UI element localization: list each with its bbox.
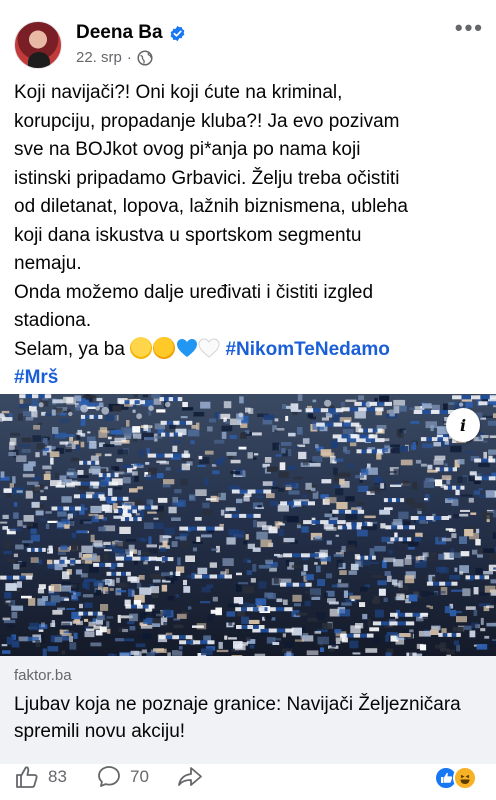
avatar[interactable]	[14, 21, 62, 69]
reactions-summary[interactable]	[434, 766, 480, 792]
globe-icon	[137, 49, 153, 66]
link-domain: faktor.ba	[14, 667, 72, 684]
closing-text: Selam, ya ba	[14, 338, 125, 360]
post-text-line: Koji navijači?! Oni koji ćute na krimina…	[14, 82, 343, 103]
share-icon	[178, 767, 202, 786]
post-body: Koji navijači?! Oni koji ćute na krimina…	[14, 79, 484, 393]
share-button[interactable]	[176, 764, 204, 790]
post-text-line: od diletanat, lopova, lažnih biznismena,…	[14, 196, 408, 217]
link-title[interactable]: Ljubav koja ne poznaje granice: Navijači…	[14, 691, 484, 745]
info-button[interactable]: i	[446, 408, 480, 442]
crowd-photo	[0, 394, 496, 656]
post-text-line: nemaju.	[14, 253, 82, 274]
post-text-line: koji dana iskustva u sportskom segmentu	[14, 224, 362, 246]
post-date[interactable]: 22. srp	[76, 49, 122, 66]
post-closing-line: Selam, ya ba #NikomTeNedamo	[14, 333, 390, 362]
post-text-line: istinski pripadamo Grbavici. Želju treba…	[14, 167, 400, 189]
post-text-line: stadiona.	[14, 310, 92, 331]
like-button[interactable]: 83	[14, 764, 67, 790]
comment-icon	[98, 766, 120, 787]
white-heart-emoji	[198, 337, 220, 358]
post-header: Deena Ba 22. srp · •••	[0, 0, 496, 76]
haha-reaction-icon	[453, 766, 477, 790]
meta-separator: ·	[126, 49, 132, 66]
grinning-sweat-emoji	[130, 336, 153, 359]
verified-badge-icon	[170, 25, 184, 41]
comment-button[interactable]: 70	[96, 764, 149, 790]
hashtag-link[interactable]: #Mrš	[14, 367, 58, 388]
hashtag-link[interactable]: #NikomTeNedamo	[225, 339, 389, 360]
post-text-line: Onda možemo dalje uređivati i čistiti iz…	[14, 281, 374, 303]
thumbs-up-icon	[16, 766, 38, 788]
link-preview-image[interactable]: i	[0, 394, 496, 656]
author-name[interactable]: Deena Ba	[76, 22, 163, 44]
rolling-laughing-emoji	[150, 333, 179, 362]
more-options-button[interactable]: •••	[455, 17, 484, 39]
post-text-line: sve na BOJkot ovog pi*anja po nama koji	[14, 139, 361, 160]
link-preview-card[interactable]: faktor.ba Ljubav koja ne poznaje granice…	[0, 656, 496, 764]
post-text-line: korupciju, propadanje kluba?! Ja evo poz…	[14, 110, 400, 132]
author-row: Deena Ba	[76, 22, 186, 44]
action-bar: 83 70	[0, 764, 496, 800]
post-meta: 22. srp ·	[76, 49, 153, 66]
like-count: 83	[48, 767, 67, 786]
comment-count: 70	[130, 767, 149, 786]
blue-heart-emoji	[177, 338, 198, 357]
